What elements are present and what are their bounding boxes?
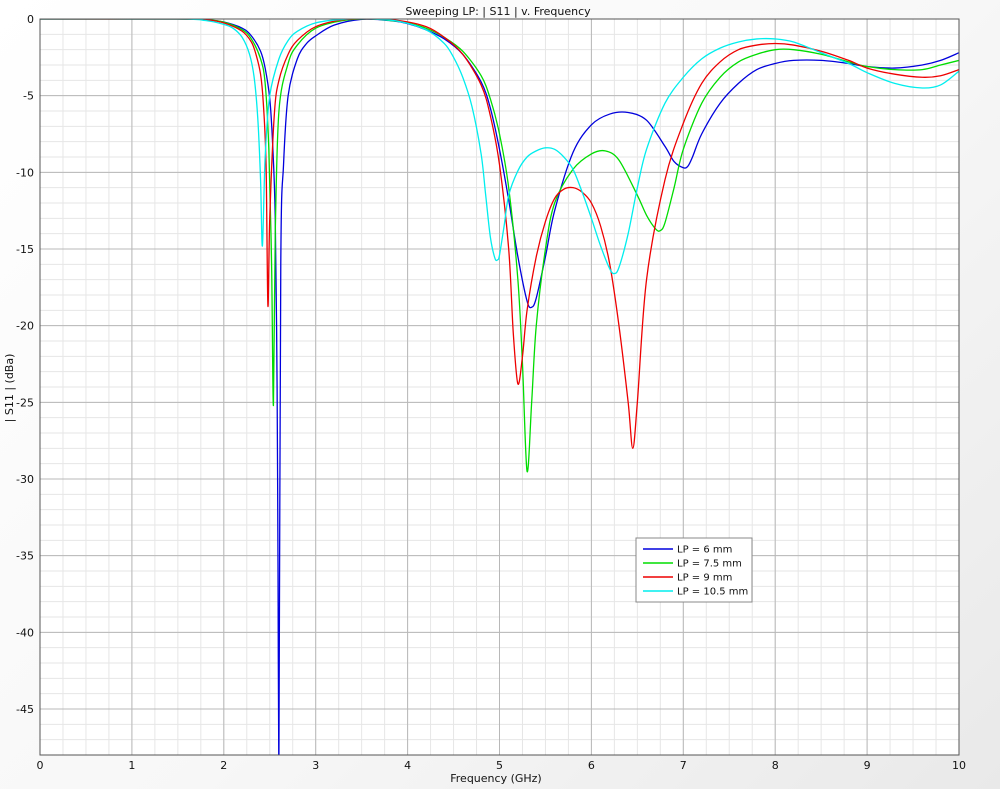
y-tick-label: -20 [16,320,34,333]
y-tick-label: -25 [16,396,34,409]
x-tick-label: 4 [404,759,411,772]
y-tick-label: -35 [16,550,34,563]
x-tick-label: 7 [680,759,687,772]
x-tick-label: 1 [128,759,135,772]
legend: LP = 6 mm LP = 7.5 mm LP = 9 mm LP = 10.5 m… [635,537,753,603]
x-tick-label: 2 [220,759,227,772]
y-tick-label: -15 [16,243,34,256]
plot-area [39,18,960,756]
legend-label-3: LP = 9 mm [677,573,732,584]
y-tick-label: -5 [23,90,34,103]
chart-title: Sweeping LP: | S11 | v. Frequency [405,5,591,18]
x-tick-label: 9 [864,759,871,772]
y-tick-label: -45 [16,703,34,716]
legend-label-1: LP = 6 mm [677,545,732,556]
y-tick-label: -30 [16,473,34,486]
y-tick-label: -10 [16,166,34,179]
x-axis-title: Frequency (GHz) [450,772,541,785]
x-tick-label: 5 [496,759,503,772]
x-tick-label: 6 [588,759,595,772]
x-tick-label: 8 [772,759,779,772]
y-axis-title: | S11 | (dBa) [3,354,16,423]
s11-frequency-chart: Sweeping LP: | S11 | v. Frequency 0 1 2 3 4 5… [3,5,967,785]
legend-label-4: LP = 10.5 mm [677,587,748,598]
x-tick-label: 10 [952,759,966,772]
x-tick-label: 0 [37,759,44,772]
x-tick-label: 3 [312,759,319,772]
legend-label-2: LP = 7.5 mm [677,559,742,570]
x-axis-ticks: 0 1 2 3 4 5 6 7 8 9 10 [37,759,967,772]
y-axis-ticks: 0 -5 -10 -15 -20 -25 -30 -35 -40 -45 [16,13,34,716]
y-tick-label: 0 [27,13,34,26]
y-tick-label: -40 [16,626,34,639]
